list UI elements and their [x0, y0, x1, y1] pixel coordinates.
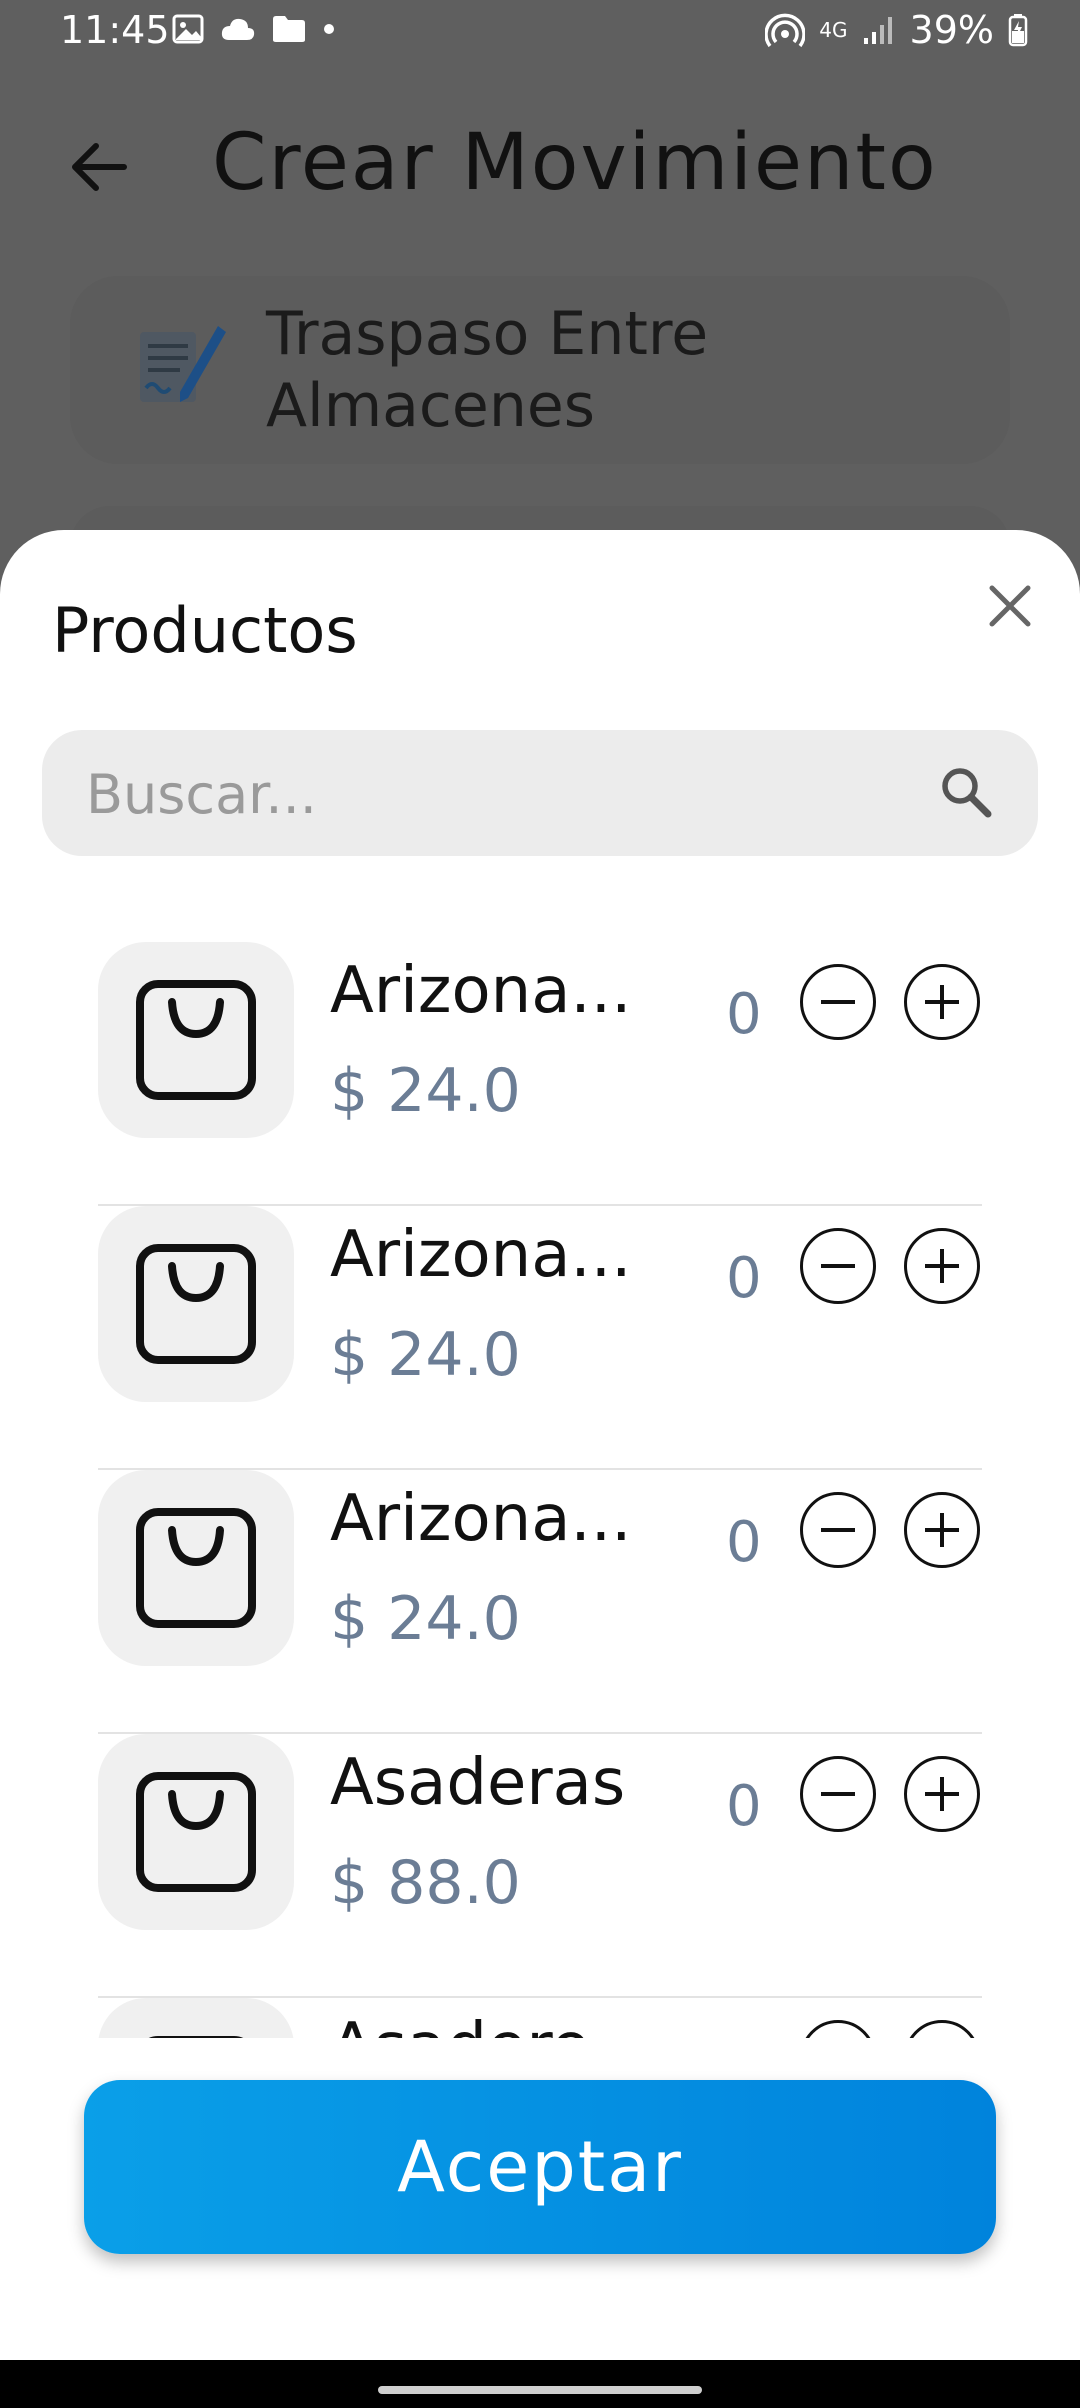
list-item[interactable]: Arizona... $ 24.0 0	[98, 1206, 982, 1470]
decrease-button[interactable]	[800, 1228, 876, 1304]
product-price: $ 24.0	[330, 1320, 521, 1390]
list-item[interactable]: Arizona... $ 24.0 0	[98, 1470, 982, 1734]
image-icon	[172, 14, 204, 44]
movement-type-label: Traspaso Entre Almacenes	[266, 299, 709, 441]
product-price: $ 88.0	[330, 1848, 521, 1918]
product-list[interactable]: Arizona... $ 24.0 0 Arizona... $ 24.0 0 …	[0, 908, 1080, 2038]
battery-percent: 39%	[909, 8, 994, 52]
close-icon[interactable]	[978, 574, 1042, 638]
product-name: Asaderas	[330, 1746, 626, 1820]
navigation-bar	[0, 2360, 1080, 2408]
increase-button[interactable]	[904, 964, 980, 1040]
decrease-button[interactable]	[800, 964, 876, 1040]
list-item[interactable]: Arizona... $ 24.0 0	[98, 942, 982, 1206]
plus-icon	[925, 1249, 959, 1283]
product-thumbnail	[98, 1734, 294, 1930]
network-type: 4G	[819, 18, 848, 42]
shopping-bag-icon	[136, 1244, 256, 1364]
plus-icon	[925, 1513, 959, 1547]
product-name: Arizona...	[330, 954, 632, 1028]
decrease-button[interactable]	[800, 1756, 876, 1832]
minus-icon	[821, 1264, 855, 1268]
increase-button[interactable]	[904, 1756, 980, 1832]
home-indicator[interactable]	[378, 2386, 702, 2394]
minus-icon	[821, 1000, 855, 1004]
shopping-bag-icon	[136, 980, 256, 1100]
dot-icon	[324, 24, 334, 34]
cloud-icon	[221, 18, 255, 40]
hotspot-icon	[765, 13, 806, 48]
product-price: $ 24.0	[330, 1056, 521, 1126]
status-bar: 11:45 4G 39%	[0, 0, 1080, 64]
product-quantity: 0	[726, 982, 762, 1047]
shopping-bag-icon	[136, 1772, 256, 1892]
status-notification-icons	[172, 14, 336, 44]
product-thumbnail	[98, 1206, 294, 1402]
product-name: Arizona...	[330, 1482, 632, 1556]
app-header: Crear Movimiento	[0, 110, 1080, 230]
shopping-bag-icon	[148, 2036, 244, 2038]
decrease-button[interactable]	[800, 1492, 876, 1568]
products-sheet: Productos Arizona... $ 24.0 0 Arizona...…	[0, 530, 1080, 2360]
signal-icon	[863, 17, 892, 44]
minus-icon	[803, 2023, 873, 2038]
product-name: Asadero...	[330, 2010, 660, 2038]
search-icon[interactable]	[934, 760, 998, 824]
accept-button[interactable]: Aceptar	[84, 2080, 996, 2254]
list-item[interactable]: Asaderas $ 88.0 0	[98, 1734, 982, 1998]
decrease-button[interactable]	[800, 2020, 876, 2038]
minus-icon	[821, 1528, 855, 1532]
product-quantity: 0	[726, 1774, 762, 1839]
plus-icon	[925, 985, 959, 1019]
product-thumbnail	[98, 942, 294, 1138]
product-name: Arizona...	[330, 1218, 632, 1292]
battery-icon	[1008, 14, 1028, 47]
sheet-title: Productos	[52, 594, 358, 667]
shopping-bag-icon	[136, 1508, 256, 1628]
folder-icon	[273, 16, 305, 42]
increase-button[interactable]	[904, 1228, 980, 1304]
minus-icon	[821, 1792, 855, 1796]
increase-button[interactable]	[904, 1492, 980, 1568]
page-title: Crear Movimiento	[212, 118, 938, 208]
status-system-icons: 4G 39%	[765, 8, 1028, 52]
product-thumbnail	[98, 1998, 294, 2038]
search-box	[42, 730, 1038, 858]
plus-icon	[925, 1777, 959, 1811]
document-pen-icon	[140, 326, 226, 402]
product-price: $ 24.0	[330, 1584, 521, 1654]
movement-type-card[interactable]: Traspaso Entre Almacenes	[70, 276, 1010, 464]
product-quantity: 0	[726, 1510, 762, 1575]
plus-icon	[907, 2023, 977, 2038]
arrow-left-icon[interactable]	[64, 132, 134, 202]
increase-button[interactable]	[904, 2020, 980, 2038]
product-thumbnail	[98, 1470, 294, 1666]
status-time: 11:45	[60, 8, 170, 52]
search-input[interactable]	[84, 730, 938, 858]
list-item[interactable]: Asadero... 0	[98, 1998, 982, 2038]
product-quantity: 0	[726, 1246, 762, 1311]
